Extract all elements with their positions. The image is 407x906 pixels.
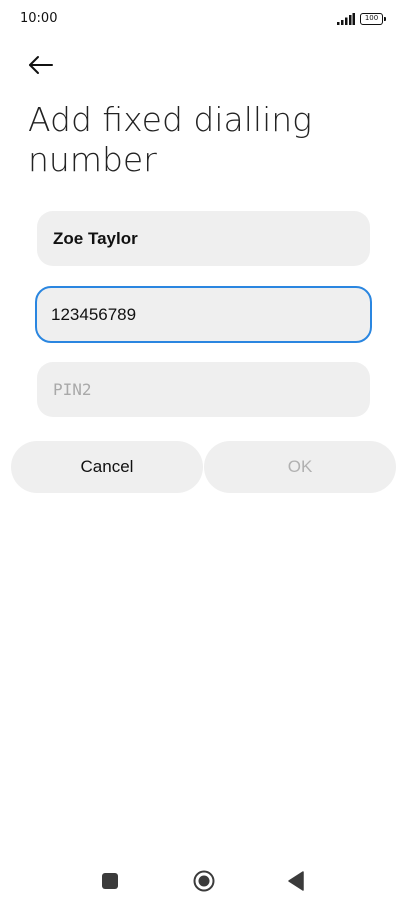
circle-icon[interactable]	[193, 870, 215, 892]
battery-tip	[384, 17, 386, 21]
triangle-back-icon[interactable]	[288, 871, 304, 891]
back-button[interactable]	[24, 50, 56, 80]
status-time: 10:00	[20, 11, 58, 26]
status-bar: 10:00 100	[0, 0, 407, 40]
battery-icon: 100	[360, 13, 386, 25]
pin2-field[interactable]	[37, 362, 370, 417]
arrow-left-icon	[29, 56, 53, 74]
navigation-bar	[0, 860, 407, 900]
square-icon[interactable]	[102, 873, 118, 889]
battery-level: 100	[360, 13, 383, 25]
signal-icon	[337, 13, 355, 25]
cancel-button[interactable]: Cancel	[11, 441, 203, 493]
screen: 10:00 100 Add fixed dialling number Canc…	[0, 0, 407, 906]
name-field[interactable]	[37, 211, 370, 266]
page-title: Add fixed dialling number	[28, 100, 312, 179]
number-field[interactable]	[35, 286, 372, 343]
ok-button[interactable]: OK	[204, 441, 396, 493]
